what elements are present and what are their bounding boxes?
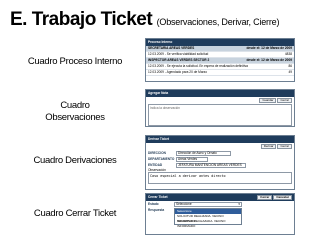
respuesta-label: Respuesta bbox=[148, 208, 165, 212]
direccion-select[interactable]: Dirección de Aseo y Ornato bbox=[176, 150, 231, 156]
cerrar-derivar-button[interactable]: Cerrar bbox=[277, 144, 292, 149]
cancelar-button[interactable]: Cancelar bbox=[273, 195, 292, 200]
proceso-panel-header: Proceso Interno bbox=[146, 39, 294, 46]
departamento-label: DEPARTAMENTO bbox=[148, 156, 175, 161]
cerrar-nota-button[interactable]: Cerrar bbox=[277, 98, 292, 103]
derivar-ticket-panel: Derivar Ticket Derivar Cerrar DIRECCION … bbox=[145, 135, 295, 190]
nota-toolbar: Guardar Cerrar bbox=[146, 97, 294, 104]
proceso-row-left: INSPECTOR AREAS VERDES SECTOR 2 bbox=[148, 58, 210, 63]
derivar-button[interactable]: Derivar bbox=[260, 144, 277, 149]
page-title-subtitle: (Observaciones, Derivar, Cierre) bbox=[156, 17, 280, 27]
cerrar-ticket-panel: Cerrar Ticket Cerrar Cancelar Estado Sel… bbox=[145, 193, 295, 235]
page-title: E. Trabajo Ticket (Observaciones, Deriva… bbox=[10, 9, 279, 31]
proceso-row-right: 86 bbox=[288, 64, 292, 69]
observacion-textarea[interactable]: Indica la observación bbox=[148, 104, 292, 126]
cerrar-ticket-button[interactable]: Cerrar bbox=[257, 195, 273, 200]
cerrar-panel-title: Cerrar Ticket bbox=[148, 195, 168, 200]
observacion-placeholder: Indica la observación bbox=[150, 106, 180, 110]
chevron-down-icon: ▾ bbox=[238, 202, 240, 206]
label-observaciones-line1: Cuadro bbox=[60, 100, 90, 111]
proceso-row-right: 49 bbox=[288, 70, 292, 75]
direccion-label: DIRECCION bbox=[148, 150, 166, 155]
label-observaciones: Cuadro Observaciones bbox=[12, 100, 138, 124]
entidad-label: ENTIDAD bbox=[148, 162, 163, 167]
estado-option[interactable]: SOLICITUD RECHAZADA. VECINO INFORMADO bbox=[175, 219, 241, 228]
estado-select[interactable]: Seleccione ▾ bbox=[174, 202, 242, 207]
derivar-panel-header: Derivar Ticket bbox=[146, 136, 294, 143]
guardar-button[interactable]: Guardar bbox=[259, 98, 277, 103]
derivar-toolbar: Derivar Cerrar bbox=[146, 143, 294, 150]
proceso-row-left: 12.03.2009 - Se ejecuta la solicitud. En… bbox=[148, 64, 248, 69]
departamento-select[interactable]: Areas Verdes bbox=[176, 156, 208, 162]
proceso-row-right: desde el: 12 de Marzo de 2009 bbox=[246, 46, 292, 51]
proceso-row-left: 12.03.2009 - Se verifica viabilidad soli… bbox=[148, 52, 209, 57]
proceso-interno-panel: Proceso Interno SECRETARIA AREAS VERDES … bbox=[145, 38, 295, 82]
nota-panel-header: Agregar Nota bbox=[146, 90, 294, 97]
agregar-nota-panel: Agregar Nota Guardar Cerrar Indica la ob… bbox=[145, 89, 295, 127]
proceso-row: 12.03.2009 - Agendado para 20 de Marzo 4… bbox=[146, 70, 294, 76]
proceso-row-right: 4838 bbox=[284, 52, 292, 57]
nota-panel-title: Agregar Nota bbox=[148, 91, 169, 95]
estado-options-list: Seleccione SOLICITUD REALIZADA. VECINO I… bbox=[174, 208, 242, 228]
proceso-row-left: SECRETARIA AREAS VERDES bbox=[148, 46, 195, 51]
proceso-row-left: 12.03.2009 - Agendado para 20 de Marzo bbox=[148, 70, 208, 75]
derivar-observacion-textarea[interactable]: Caso especial a derivar antes directo bbox=[148, 172, 292, 185]
estado-label: Estado bbox=[148, 202, 159, 207]
label-observaciones-line2: Observaciones bbox=[45, 112, 105, 123]
label-cerrar-ticket: Cuadro Cerrar Ticket bbox=[33, 208, 117, 219]
entidad-select[interactable]: JEFATURA MANTENCION AREAS VERDES bbox=[176, 162, 246, 168]
label-proceso-interno: Cuadro Proceso Interno bbox=[27, 56, 123, 67]
estado-value: Seleccione bbox=[176, 202, 192, 206]
cerrar-panel-header: Cerrar Ticket Cerrar Cancelar bbox=[146, 194, 294, 201]
page-title-main: E. Trabajo Ticket bbox=[10, 9, 153, 30]
proceso-row-right: desde el: 12 de Marzo de 2009 bbox=[246, 58, 292, 63]
label-derivaciones: Cuadro Derivaciones bbox=[33, 155, 117, 166]
respuesta-row: Respuesta Seleccione SOLICITUD REALIZADA… bbox=[146, 208, 294, 228]
estado-row: Estado Seleccione ▾ bbox=[146, 201, 294, 208]
